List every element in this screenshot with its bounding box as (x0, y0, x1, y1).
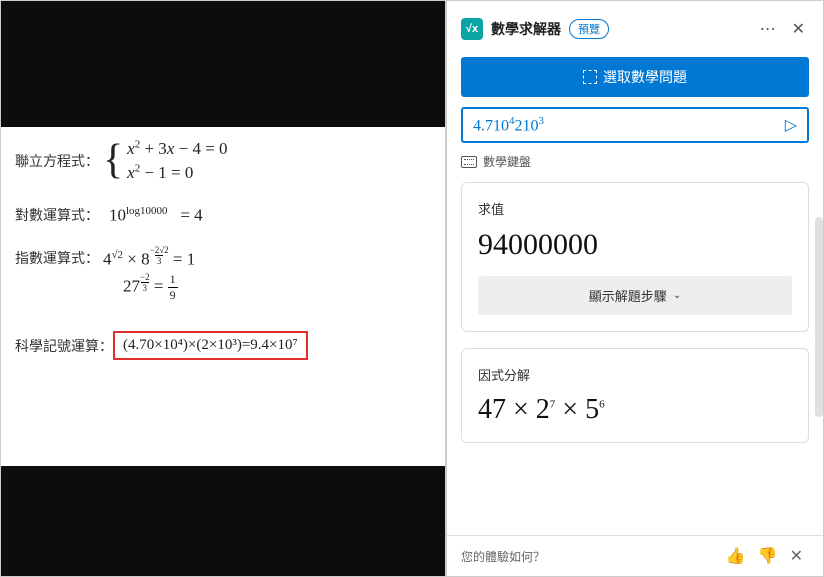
evaluate-result: 94000000 (478, 228, 792, 262)
keyboard-icon (461, 156, 477, 168)
input-expression: 4.71042103 (473, 115, 785, 135)
dark-area-top (1, 1, 445, 127)
chevron-down-icon: ⌄ (673, 290, 681, 301)
show-steps-button[interactable]: 顯示解題步驟 ⌄ (478, 276, 792, 315)
math-solver-icon: √x (461, 18, 483, 40)
scrollbar[interactable] (815, 217, 823, 417)
factor-card: 因式分解 47 × 27 × 56 (461, 348, 809, 443)
math-solver-panel: √x 數學求解器 預覽 ⋯ ✕ 選取數學問題 4.71042103 ▷ 數學鍵盤… (445, 1, 823, 576)
evaluate-card: 求值 94000000 顯示解題步驟 ⌄ (461, 182, 809, 332)
row-label: 指數運算式： (15, 248, 99, 268)
steps-label: 顯示解題步驟 (589, 286, 667, 305)
factor-result: 47 × 27 × 56 (478, 394, 792, 426)
dismiss-button[interactable]: ✕ (784, 546, 809, 566)
row-label: 科學記號運算： (15, 336, 113, 356)
scientific-notation-row: 科學記號運算： (4.70×10⁴)×(2×10³)=9.4×10⁷ (15, 331, 431, 360)
thumbs-up-button[interactable]: 👍 (720, 546, 752, 566)
exponent-row: 指數運算式： 4√2 × 8−2√23 = 1 (15, 245, 431, 270)
select-button-label: 選取數學問題 (603, 67, 687, 87)
row-label: 聯立方程式： (15, 151, 99, 171)
feedback-footer: 您的體驗如何？ 👍 👎 ✕ (447, 535, 823, 576)
logarithm-row: 對數運算式： 10log10000 = 4 (15, 205, 431, 226)
close-button[interactable]: ✕ (788, 15, 809, 43)
results-scroll-area[interactable]: 4.71042103 ▷ 數學鍵盤 求值 94000000 顯示解題步驟 ⌄ 因… (447, 107, 823, 535)
panel-title: 數學求解器 (491, 19, 561, 39)
highlighted-equation[interactable]: (4.70×10⁴)×(2×10³)=9.4×10⁷ (113, 331, 308, 360)
panel-header: √x 數學求解器 預覽 ⋯ ✕ (447, 1, 823, 53)
math-input[interactable]: 4.71042103 ▷ (461, 107, 809, 143)
document-preview: 聯立方程式： { x2 + 3x − 4 = 0 x2 − 1 = 0 對數運算… (1, 1, 445, 576)
equation-system-row: 聯立方程式： { x2 + 3x − 4 = 0 x2 − 1 = 0 (15, 137, 431, 185)
math-keyboard-toggle[interactable]: 數學鍵盤 (461, 153, 817, 170)
footer-question: 您的體驗如何？ (461, 548, 545, 565)
card-label: 因式分解 (478, 365, 792, 384)
dark-area-bottom (1, 466, 445, 576)
exponent-row-2: 27−23 = 19 (123, 272, 431, 303)
preview-badge: 預覽 (569, 19, 609, 39)
select-problem-button[interactable]: 選取數學問題 (461, 57, 809, 97)
keyboard-label: 數學鍵盤 (483, 153, 531, 170)
math-document: 聯立方程式： { x2 + 3x − 4 = 0 x2 − 1 = 0 對數運算… (1, 127, 445, 466)
more-button[interactable]: ⋯ (756, 15, 780, 43)
submit-icon[interactable]: ▷ (785, 115, 797, 135)
thumbs-down-button[interactable]: 👎 (752, 546, 784, 566)
crop-icon (583, 70, 597, 84)
card-label: 求值 (478, 199, 792, 218)
row-label: 對數運算式： (15, 205, 99, 225)
